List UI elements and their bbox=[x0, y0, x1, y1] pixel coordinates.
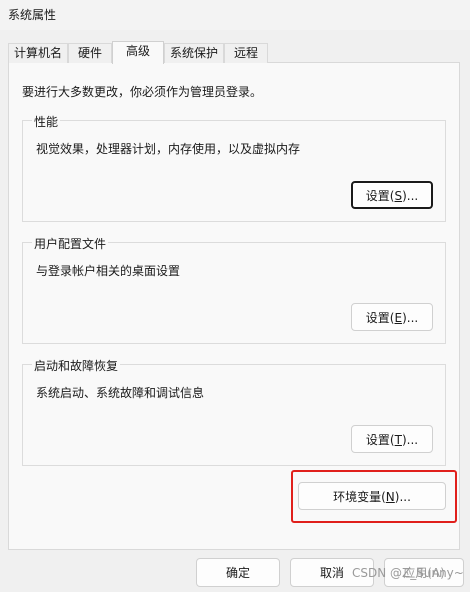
startup-recovery-settings-button[interactable]: 设置(T)... bbox=[351, 425, 433, 453]
environment-variables-button[interactable]: 环境变量(N)... bbox=[298, 482, 446, 510]
csdn-watermark: CSDN @Z_Sunny~ bbox=[352, 566, 464, 580]
tab-remote[interactable]: 远程 bbox=[224, 43, 268, 63]
startup-recovery-title: 启动和故障恢复 bbox=[32, 357, 121, 374]
ok-button[interactable]: 确定 bbox=[196, 558, 280, 587]
admin-notice: 要进行大多数更改，你必须作为管理员登录。 bbox=[22, 85, 263, 99]
performance-description: 视觉效果，处理器计划，内存使用，以及虚拟内存 bbox=[36, 142, 301, 156]
performance-settings-button[interactable]: 设置(S)... bbox=[351, 181, 433, 209]
tab-advanced[interactable]: 高级 bbox=[112, 41, 164, 64]
tab-computer-name[interactable]: 计算机名 bbox=[8, 43, 68, 63]
window-title: 系统属性 bbox=[8, 8, 57, 22]
tab-strip: 计算机名 硬件 高级 系统保护 远程 bbox=[8, 41, 462, 64]
user-profiles-title: 用户配置文件 bbox=[32, 235, 109, 252]
tab-system-protection[interactable]: 系统保护 bbox=[164, 43, 224, 63]
performance-title: 性能 bbox=[32, 113, 61, 130]
user-profiles-settings-button[interactable]: 设置(E)... bbox=[351, 303, 433, 331]
tab-hardware[interactable]: 硬件 bbox=[68, 43, 112, 63]
user-profiles-description: 与登录帐户相关的桌面设置 bbox=[36, 264, 181, 278]
window-title-bar: 系统属性 bbox=[0, 0, 470, 30]
startup-recovery-description: 系统启动、系统故障和调试信息 bbox=[36, 386, 205, 400]
